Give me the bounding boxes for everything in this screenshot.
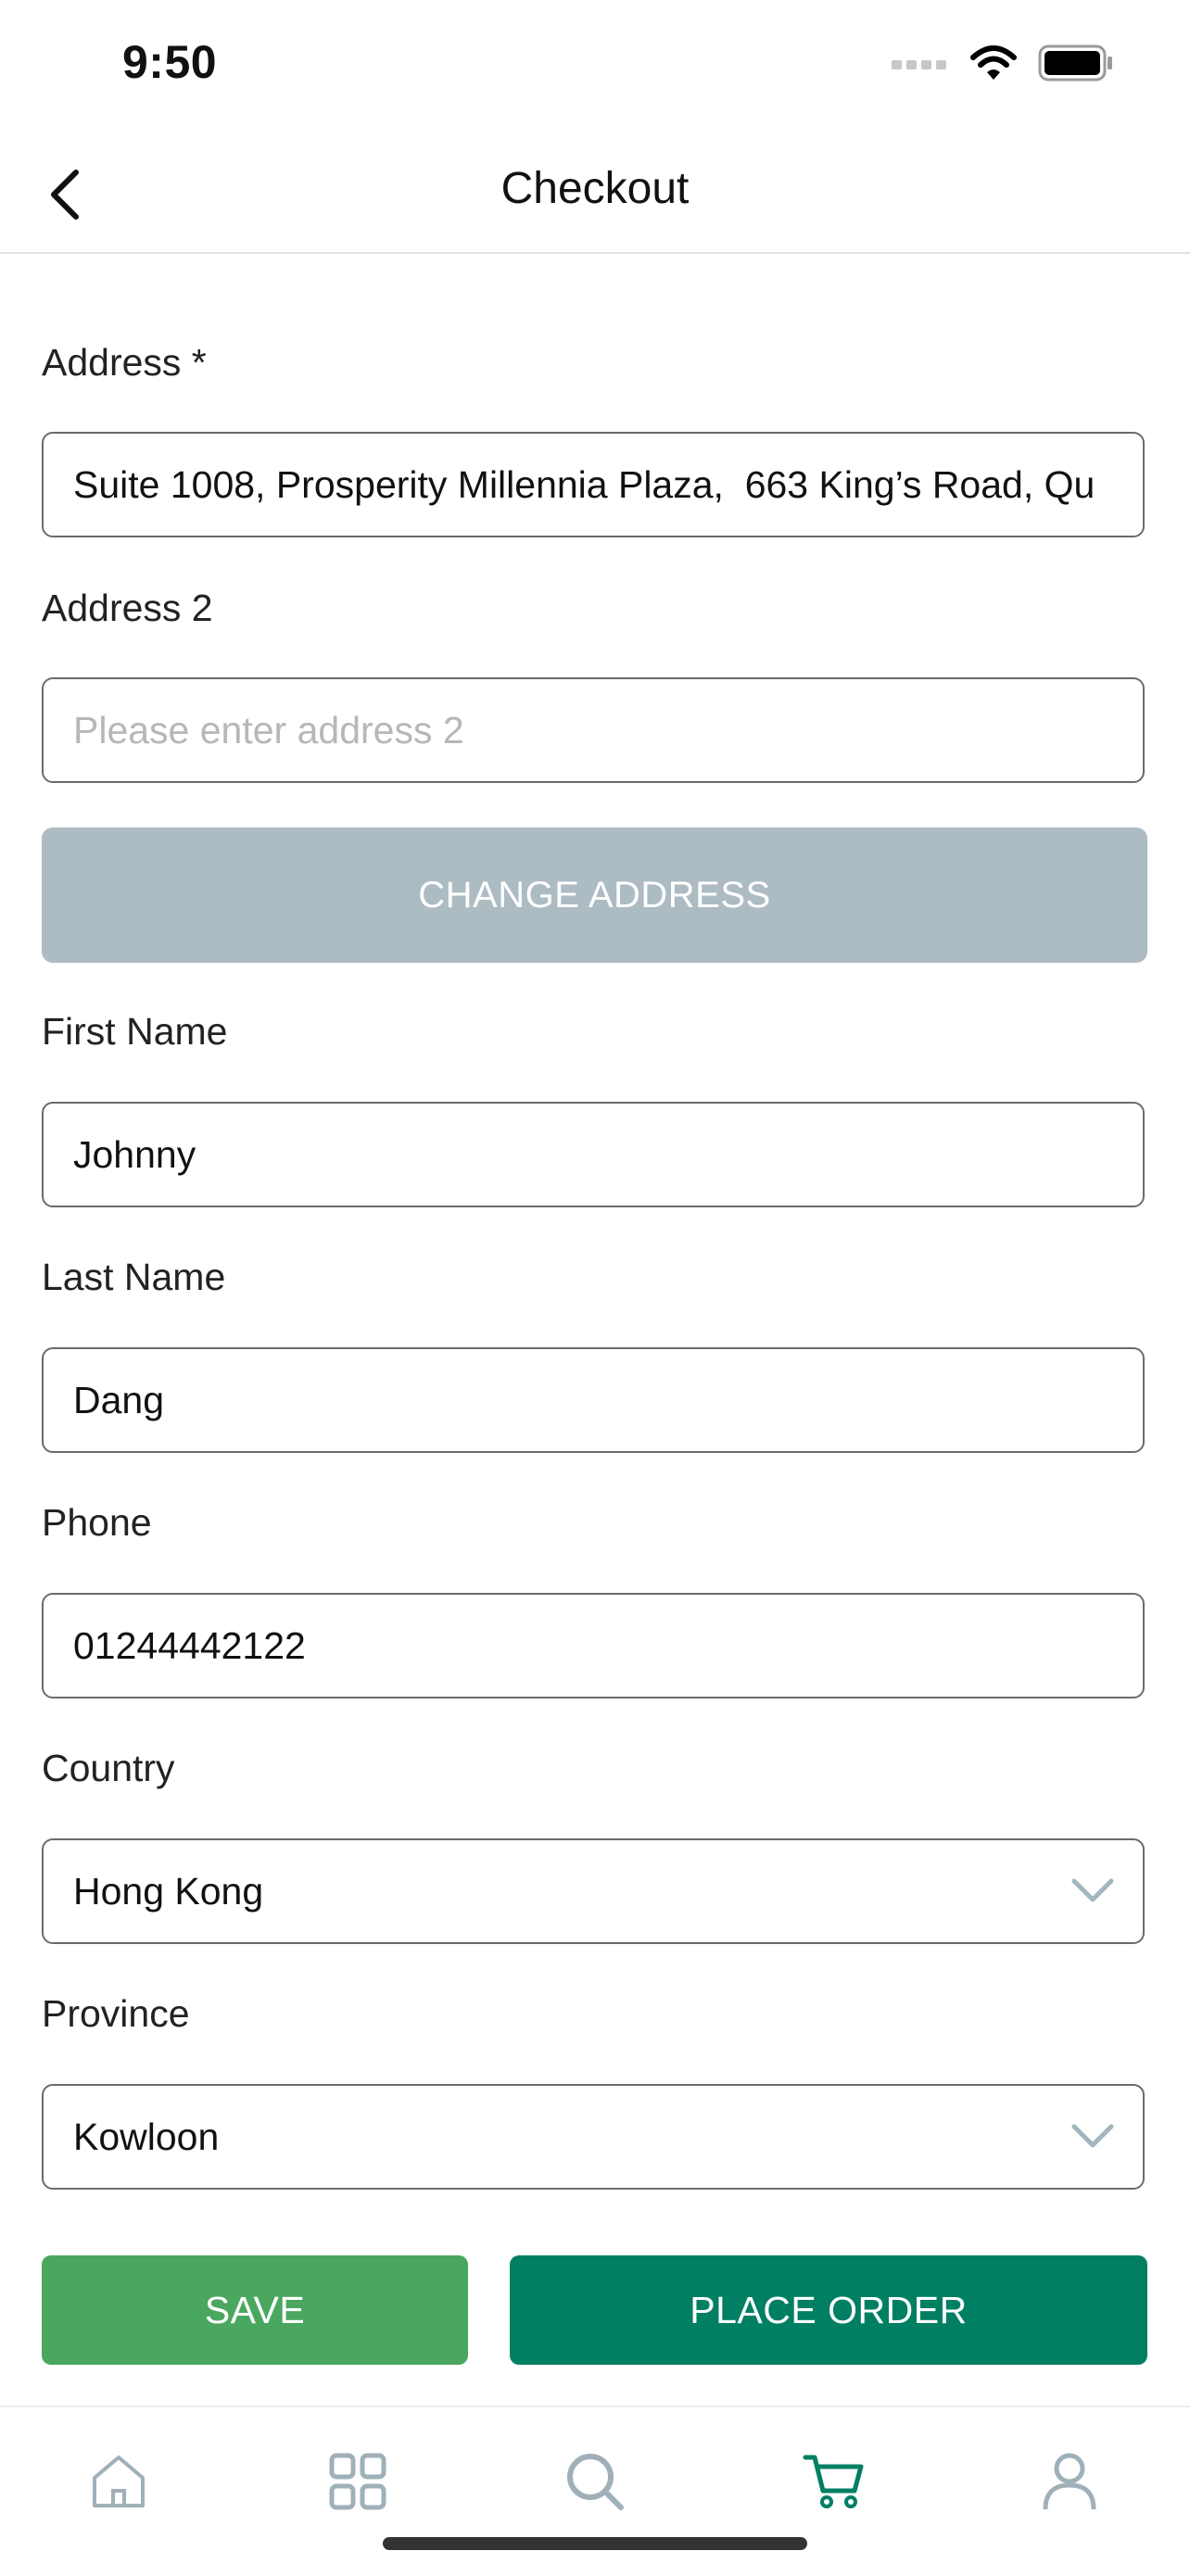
province-select[interactable]: Kowloon (42, 2084, 1145, 2190)
first-name-input[interactable] (73, 1104, 1139, 1206)
country-label: Country (42, 1747, 175, 1789)
first-name-label: First Name (42, 1010, 228, 1053)
last-name-field[interactable] (42, 1347, 1145, 1453)
cart-icon (803, 2455, 864, 2508)
phone-label: Phone (42, 1501, 152, 1544)
home-indicator (383, 2537, 807, 2550)
chevron-down-icon (1071, 1878, 1114, 1902)
status-time: 9:50 (122, 36, 218, 88)
phone-field[interactable] (42, 1593, 1145, 1698)
address-field[interactable] (42, 432, 1145, 537)
tab-profile[interactable] (1032, 2444, 1107, 2519)
search-icon (567, 2454, 624, 2510)
place-order-button[interactable]: PLACE ORDER (510, 2255, 1147, 2365)
page-title: Checkout (500, 164, 690, 213)
country-value: Hong Kong (73, 1870, 264, 1913)
address-label: Address * (42, 341, 207, 384)
chevron-down-icon (1071, 2124, 1114, 2148)
province-label: Province (42, 1992, 190, 2035)
signal-icon (892, 60, 946, 69)
battery-icon (1038, 44, 1112, 82)
address2-input[interactable] (73, 679, 1139, 781)
tab-search[interactable] (558, 2444, 632, 2519)
province-value: Kowloon (73, 2115, 220, 2158)
first-name-field[interactable] (42, 1102, 1145, 1207)
country-select[interactable]: Hong Kong (42, 1838, 1145, 1944)
phone-input[interactable] (73, 1595, 1139, 1697)
status-icons (892, 44, 1114, 82)
navigation-bar: Checkout (0, 139, 1190, 254)
home-icon (93, 2456, 145, 2507)
grid-icon (329, 2453, 386, 2510)
change-address-button[interactable]: CHANGE ADDRESS (42, 827, 1147, 963)
tab-categories[interactable] (321, 2444, 395, 2519)
tab-bar (0, 2406, 1190, 2576)
address2-label: Address 2 (42, 587, 213, 629)
wifi-icon (970, 45, 1017, 80)
address2-field[interactable] (42, 677, 1145, 783)
address-input[interactable] (73, 434, 1139, 536)
user-icon (1043, 2453, 1096, 2510)
tab-home[interactable] (82, 2444, 156, 2519)
status-bar: 9:50 (0, 0, 1190, 130)
tab-cart[interactable] (797, 2444, 871, 2519)
last-name-input[interactable] (73, 1349, 1139, 1451)
save-button[interactable]: SAVE (42, 2255, 468, 2365)
last-name-label: Last Name (42, 1256, 226, 1298)
